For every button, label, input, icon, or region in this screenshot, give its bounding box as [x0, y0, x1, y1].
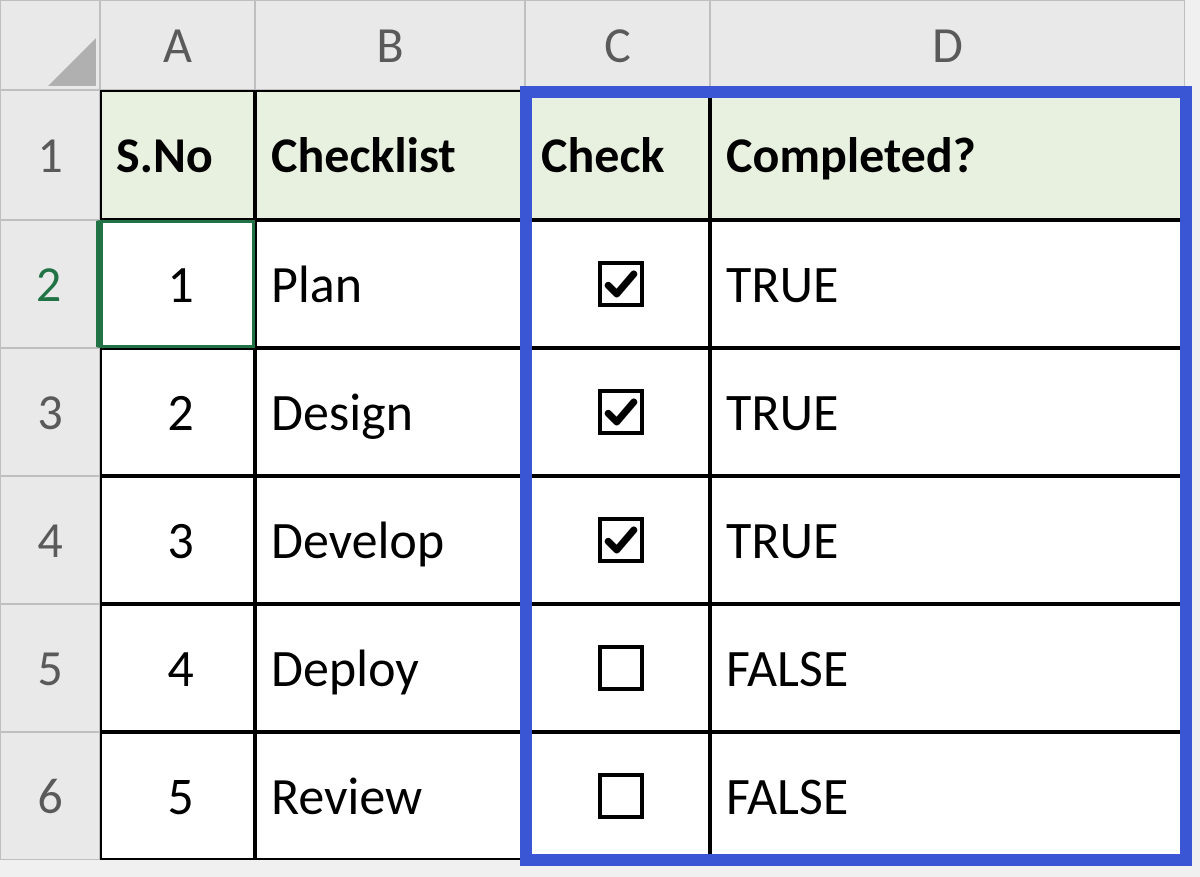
checkbox-row-4[interactable]: [598, 645, 644, 691]
column-label: A: [163, 15, 192, 76]
cell-C2[interactable]: [525, 220, 710, 348]
column-header-A[interactable]: A: [100, 0, 255, 90]
row-label: 6: [37, 766, 62, 827]
row-header-6[interactable]: 6: [0, 732, 100, 860]
row-label: 3: [37, 382, 62, 443]
select-all-corner[interactable]: [0, 0, 100, 90]
column-header-C[interactable]: C: [525, 0, 710, 90]
cell-C4[interactable]: [525, 476, 710, 604]
cell-B2[interactable]: Plan: [255, 220, 525, 348]
checkbox-row-5[interactable]: [598, 773, 644, 819]
column-label: D: [932, 15, 963, 76]
checkmark-icon: [604, 267, 638, 301]
cell-B5[interactable]: Deploy: [255, 604, 525, 732]
checkbox-row-1[interactable]: [598, 261, 644, 307]
cell-C6[interactable]: [525, 732, 710, 860]
checkbox-row-2[interactable]: [598, 389, 644, 435]
row-header-5[interactable]: 5: [0, 604, 100, 732]
row-header-3[interactable]: 3: [0, 348, 100, 476]
column-label: C: [604, 15, 631, 76]
cell-A2[interactable]: 1: [100, 220, 255, 348]
spreadsheet: A B C D 1 2 3 4 5 6 S.No Checklist Check…: [0, 0, 1200, 877]
cell-B3[interactable]: Design: [255, 348, 525, 476]
cell-D4[interactable]: TRUE: [710, 476, 1185, 604]
row-label: 2: [36, 254, 61, 315]
cell-A4[interactable]: 3: [100, 476, 255, 604]
cell-A1-header-sno[interactable]: S.No: [100, 90, 255, 220]
checkmark-icon: [604, 523, 638, 557]
column-header-D[interactable]: D: [710, 0, 1185, 90]
cell-C1-header-check[interactable]: Check: [525, 90, 710, 220]
cell-B1-header-checklist[interactable]: Checklist: [255, 90, 525, 220]
cell-B6[interactable]: Review: [255, 732, 525, 860]
column-header-B[interactable]: B: [255, 0, 525, 90]
checkbox-row-3[interactable]: [598, 517, 644, 563]
cell-D1-header-completed[interactable]: Completed?: [710, 90, 1185, 220]
cell-D5[interactable]: FALSE: [710, 604, 1185, 732]
row-label: 4: [37, 510, 62, 571]
row-header-4[interactable]: 4: [0, 476, 100, 604]
row-label: 5: [37, 638, 62, 699]
row-label: 1: [37, 125, 62, 186]
checkmark-icon: [604, 395, 638, 429]
cell-A3[interactable]: 2: [100, 348, 255, 476]
cell-B4[interactable]: Develop: [255, 476, 525, 604]
cell-A6[interactable]: 5: [100, 732, 255, 860]
row-header-1[interactable]: 1: [0, 90, 100, 220]
cell-D3[interactable]: TRUE: [710, 348, 1185, 476]
row-header-2[interactable]: 2: [0, 220, 100, 348]
cell-A5[interactable]: 4: [100, 604, 255, 732]
cell-C3[interactable]: [525, 348, 710, 476]
cell-C5[interactable]: [525, 604, 710, 732]
column-label: B: [376, 15, 403, 76]
cell-D2[interactable]: TRUE: [710, 220, 1185, 348]
cell-D6[interactable]: FALSE: [710, 732, 1185, 860]
